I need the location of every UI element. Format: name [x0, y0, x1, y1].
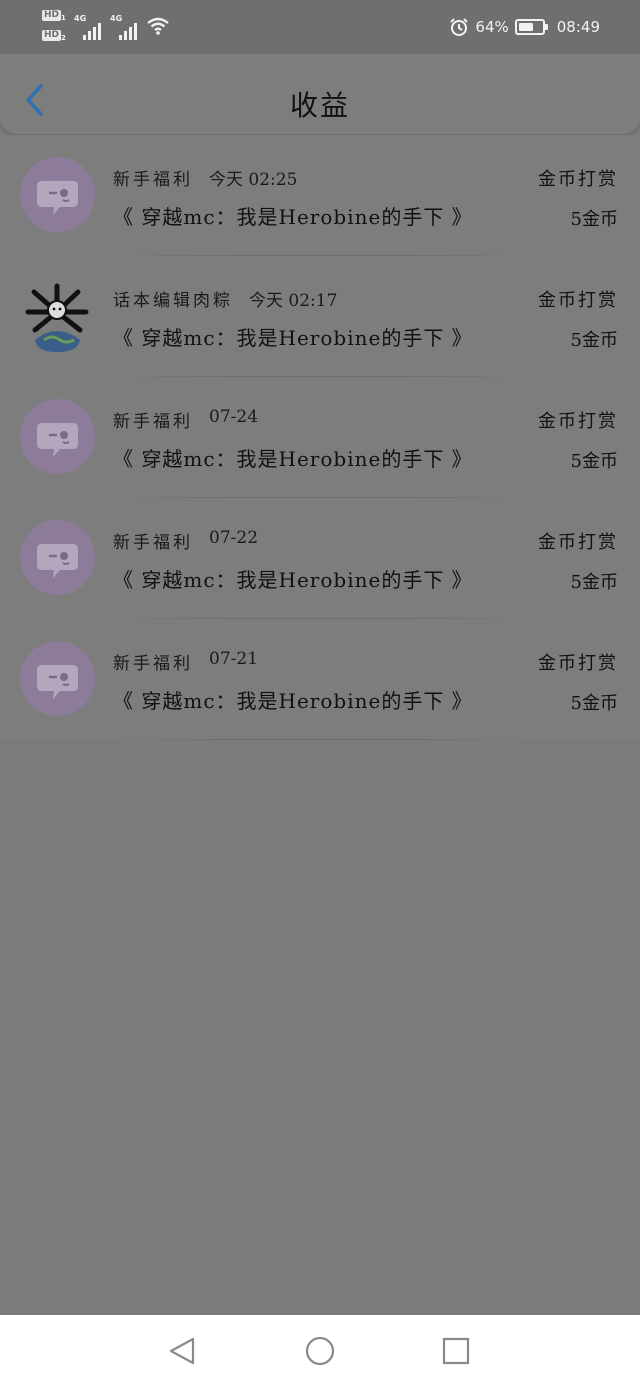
item-meta: 话本编辑肉粽 今天 02:17 — [113, 286, 337, 311]
circle-home-icon — [305, 1336, 335, 1366]
item-time: 07-22 — [209, 528, 259, 548]
divider — [110, 739, 530, 740]
reward-amount: 5金币 — [570, 693, 618, 714]
battery-icon — [514, 19, 548, 35]
item-time: 今天 02:17 — [249, 291, 338, 311]
list-item[interactable]: 话本编辑肉粽 今天 02:17 《 穿越mc：我是Herobine的手下 》 金… — [0, 256, 640, 377]
reward-amount: 5金币 — [570, 572, 618, 593]
sender-name: 新手福利 — [113, 654, 193, 674]
sender-name: 话本编辑肉粽 — [113, 291, 233, 311]
status-bar: HD 1 HD 2 4G 4G 64% 08:49 — [0, 0, 640, 54]
page-title: 收益 — [289, 89, 350, 122]
avatar — [20, 278, 95, 353]
item-time: 今天 02:25 — [209, 170, 298, 190]
sim-1-label: 1 — [61, 14, 66, 22]
header-bar: 收益 — [0, 54, 640, 134]
sender-name: 新手福利 — [113, 170, 193, 190]
reward-type: 金币打赏 — [538, 653, 618, 674]
avatar — [20, 641, 95, 716]
reward-amount: 5金币 — [570, 451, 618, 472]
reward-type: 金币打赏 — [538, 411, 618, 432]
clock: 08:49 — [556, 18, 600, 36]
avatar — [20, 520, 95, 595]
battery-fill — [518, 23, 533, 31]
sender-name: 新手福利 — [113, 412, 193, 432]
avatar — [20, 157, 95, 232]
chat-bubble-icon — [37, 665, 78, 699]
book-title: 《 穿越mc：我是Herobine的手下 》 — [113, 568, 473, 592]
list-item[interactable]: 新手福利 今天 02:25 《 穿越mc：我是Herobine的手下 》 金币打… — [0, 135, 640, 256]
system-nav-bar — [0, 1315, 640, 1387]
wifi-icon — [146, 16, 170, 40]
chat-bubble-icon — [37, 544, 78, 578]
nav-recents-button[interactable] — [439, 1334, 473, 1368]
item-meta: 新手福利 07-24 — [113, 407, 258, 432]
item-meta: 新手福利 07-22 — [113, 528, 258, 553]
book-title: 《 穿越mc：我是Herobine的手下 》 — [113, 326, 473, 350]
battery-percent: 64% — [475, 18, 509, 36]
book-title: 《 穿越mc：我是Herobine的手下 》 — [113, 447, 473, 471]
sim-2-label: 2 — [61, 34, 66, 42]
hd-badge-1: HD — [42, 10, 62, 21]
nav-back-button[interactable] — [165, 1334, 199, 1368]
reward-type: 金币打赏 — [538, 169, 618, 190]
earnings-list: 新手福利 今天 02:25 《 穿越mc：我是Herobine的手下 》 金币打… — [0, 135, 640, 740]
item-time: 07-24 — [209, 407, 259, 427]
hd-badge-2: HD — [42, 30, 62, 41]
reward-amount: 5金币 — [570, 330, 618, 351]
chat-bubble-icon — [37, 423, 78, 457]
item-meta: 新手福利 07-21 — [113, 649, 258, 674]
status-bar-right: 64% 08:49 — [449, 14, 600, 40]
reward-type: 金币打赏 — [538, 290, 618, 311]
list-item[interactable]: 新手福利 07-22 《 穿越mc：我是Herobine的手下 》 金币打赏 5… — [0, 498, 640, 619]
item-meta: 新手福利 今天 02:25 — [113, 165, 297, 190]
reward-type: 金币打赏 — [538, 532, 618, 553]
user-avatar-image — [20, 278, 95, 353]
book-title: 《 穿越mc：我是Herobine的手下 》 — [113, 689, 473, 713]
sender-name: 新手福利 — [113, 533, 193, 553]
square-recents-icon — [442, 1337, 470, 1365]
chat-bubble-icon — [37, 181, 78, 215]
list-item[interactable]: 新手福利 07-24 《 穿越mc：我是Herobine的手下 》 金币打赏 5… — [0, 377, 640, 498]
reward-amount: 5金币 — [570, 209, 618, 230]
nav-home-button[interactable] — [303, 1334, 337, 1368]
avatar — [20, 399, 95, 474]
triangle-back-icon — [169, 1337, 195, 1365]
item-time: 07-21 — [209, 649, 259, 669]
book-title: 《 穿越mc：我是Herobine的手下 》 — [113, 205, 473, 229]
list-item[interactable]: 新手福利 07-21 《 穿越mc：我是Herobine的手下 》 金币打赏 5… — [0, 619, 640, 740]
alarm-icon — [450, 18, 469, 36]
